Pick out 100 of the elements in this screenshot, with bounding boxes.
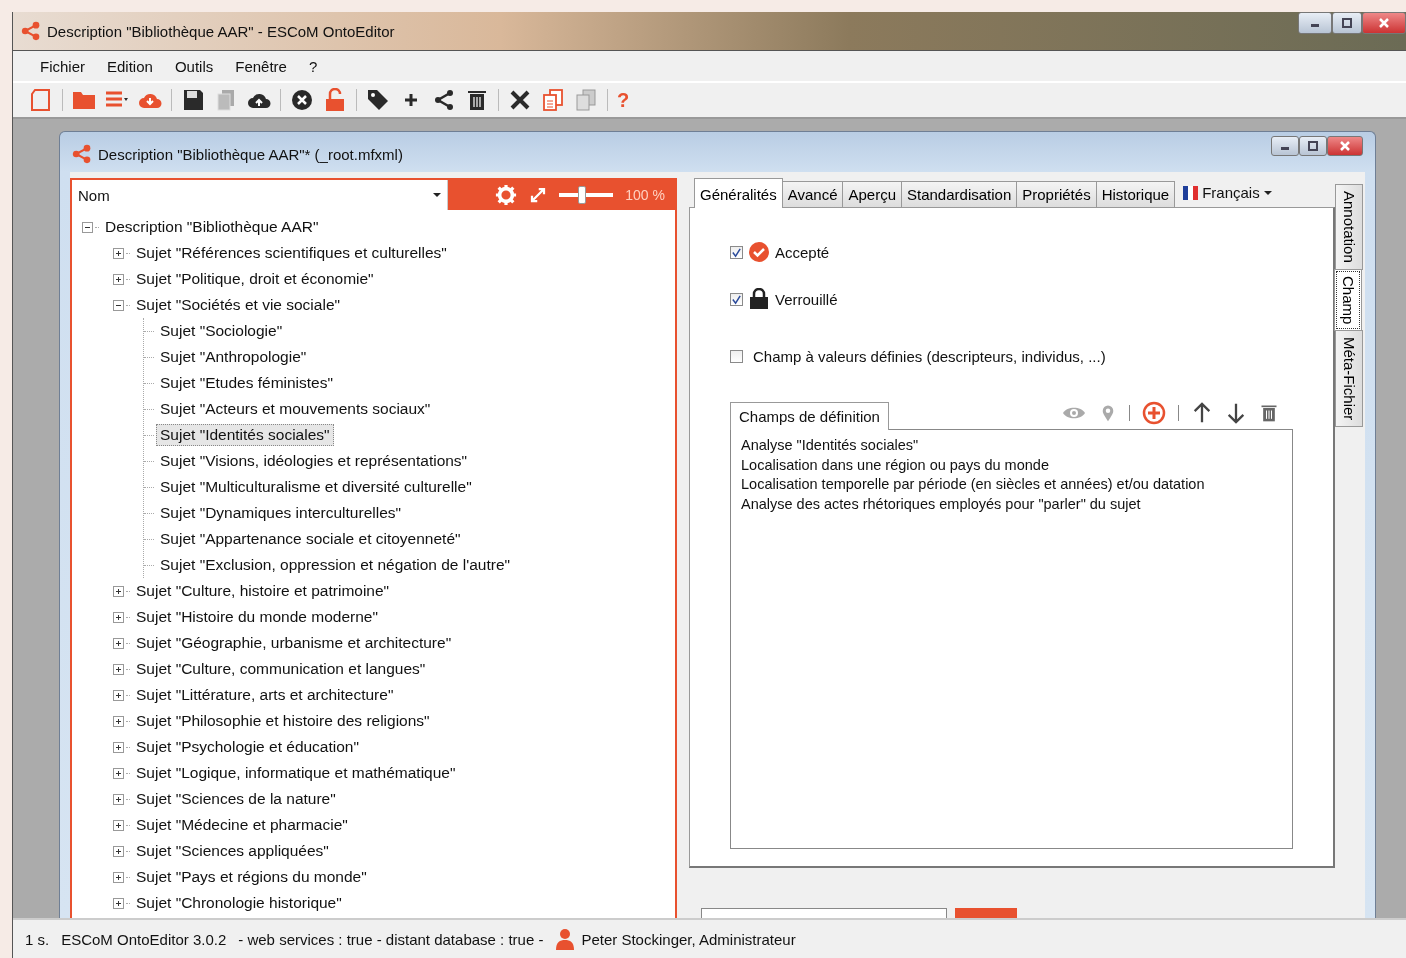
add-icon[interactable]: [1142, 401, 1166, 425]
tree-item[interactable]: Sujet "Logique, informatique et mathématique": [132, 762, 460, 784]
option-label: Accepté: [775, 243, 830, 261]
checkbox[interactable]: [730, 245, 743, 259]
minimize-button[interactable]: [1298, 12, 1332, 34]
expand-icon[interactable]: [113, 247, 124, 259]
tree-item[interactable]: Sujet "Multiculturalisme et diversité culturelle": [156, 476, 476, 498]
tree-item[interactable]: Sujet "Pays et régions du monde": [132, 866, 371, 888]
menu-item[interactable]: Edition: [96, 57, 164, 75]
share-icon[interactable]: [432, 88, 456, 112]
checkbox[interactable]: [730, 292, 743, 306]
option-label: Verrouillé: [775, 290, 838, 308]
close-button[interactable]: [1362, 12, 1406, 34]
new-document-icon[interactable]: [29, 88, 53, 112]
cancel-icon[interactable]: [290, 88, 314, 112]
definition-item[interactable]: Analyse "Identités sociales": [741, 436, 919, 456]
collapse-icon[interactable]: [82, 221, 93, 233]
side-tab[interactable]: Champ: [1334, 268, 1362, 332]
expand-icon[interactable]: [113, 845, 124, 857]
save-icon[interactable]: [181, 88, 205, 112]
tab[interactable]: Historique: [1095, 181, 1176, 207]
check-circle-icon: [749, 242, 769, 262]
menu-item[interactable]: Fichier: [29, 57, 96, 75]
expand-icon[interactable]: [113, 871, 124, 883]
menu-item[interactable]: Outils: [163, 57, 225, 75]
side-tab[interactable]: Annotation: [1335, 184, 1363, 270]
trash-icon[interactable]: [465, 88, 489, 112]
tree-item[interactable]: Sujet "Psychologie et éducation": [132, 736, 363, 758]
expand-icon[interactable]: [113, 585, 124, 597]
tree-item[interactable]: Sujet "Chronologie historique": [132, 892, 346, 914]
tree-item[interactable]: Sujet "Références scientifiques et culturelles": [132, 242, 451, 264]
arrow-down-icon[interactable]: [1225, 402, 1247, 424]
cross-icon[interactable]: [508, 88, 532, 112]
collapse-icon[interactable]: [113, 299, 124, 311]
tree-item[interactable]: Sujet "Etudes féministes": [156, 372, 337, 394]
settings-icon[interactable]: [495, 184, 518, 206]
maximize-button[interactable]: [1332, 12, 1362, 34]
side-tab[interactable]: Méta-Fichier: [1335, 330, 1363, 428]
tab[interactable]: Champs de définition: [730, 402, 889, 430]
close-button[interactable]: [1327, 136, 1363, 156]
tree-item[interactable]: Sujet "Philosophie et histoire des religions": [132, 710, 434, 732]
expand-icon[interactable]: [113, 611, 124, 623]
tab[interactable]: Standardisation: [901, 181, 1018, 207]
menu-item[interactable]: Fenêtre: [224, 57, 298, 75]
expand-icon[interactable]: [113, 637, 124, 649]
definition-item[interactable]: Localisation temporelle par période (en siècles et années) et/ou datation: [741, 475, 1205, 495]
expand-icon[interactable]: [113, 689, 124, 701]
definition-item[interactable]: Analyse des actes rhétoriques employés pour "parler" du sujet: [741, 494, 1141, 514]
expand-icon[interactable]: [113, 793, 124, 805]
checkbox[interactable]: [730, 350, 743, 363]
maximize-button[interactable]: [1299, 136, 1327, 156]
expand-icon[interactable]: [113, 741, 124, 753]
tree-item[interactable]: Sujet "Visions, idéologies et représentations": [156, 450, 472, 472]
arrow-up-icon[interactable]: [1191, 402, 1213, 424]
expand-icon[interactable]: [113, 715, 124, 727]
tree-item[interactable]: Sujet "Identités sociales": [156, 424, 334, 446]
tree-item[interactable]: Sujet "Sociétés et vie sociale": [132, 294, 344, 316]
expand-icon[interactable]: [113, 897, 124, 909]
tree-item[interactable]: Sujet "Acteurs et mouvements sociaux": [156, 398, 435, 420]
expand-icon[interactable]: [113, 273, 124, 285]
tree-item[interactable]: Sujet "Littérature, arts et architecture": [132, 684, 398, 706]
tree-item[interactable]: Sujet "Sociologie": [156, 320, 287, 342]
tree-item[interactable]: Sujet "Exclusion, oppression et négation de l'autre": [156, 554, 514, 576]
tree-item[interactable]: Sujet "Politique, droit et économie": [132, 268, 378, 290]
tab[interactable]: Aperçu: [842, 181, 902, 207]
tree-item[interactable]: Sujet "Appartenance sociale et citoyenneté": [156, 528, 465, 550]
minimize-button[interactable]: [1271, 136, 1299, 156]
tree-item[interactable]: Description "Bibliothèque AAR": [101, 216, 323, 238]
user-name: Peter Stockinger, Administrateur: [581, 930, 796, 948]
tree-item[interactable]: Sujet "Dynamiques interculturelles": [156, 502, 406, 524]
document-title: Description "Bibliothèque AAR"* (_root.mfxml): [98, 145, 404, 163]
tree-item[interactable]: Sujet "Sciences de la nature": [132, 788, 340, 810]
tree-item[interactable]: Sujet "Culture, histoire et patrimoine": [132, 580, 394, 602]
tab[interactable]: Généralités: [694, 178, 783, 208]
tree-item[interactable]: Sujet "Géographie, urbanisme et architecture": [132, 632, 456, 654]
tree-item[interactable]: Sujet "Culture, communication et langues": [132, 658, 430, 680]
tab[interactable]: Avancé: [781, 181, 844, 207]
definition-item[interactable]: Localisation dans une région ou pays du monde: [741, 455, 1049, 475]
expand-icon[interactable]: [113, 819, 124, 831]
window-title: Description "Bibliothèque AAR" - ESCoM OntoEditor: [47, 22, 396, 40]
user-icon: [555, 928, 576, 950]
language-dropdown[interactable]: Français: [1202, 184, 1260, 201]
app-version: ESCoM OntoEditor 3.0.2: [61, 930, 227, 948]
tag-icon[interactable]: [366, 88, 390, 112]
tree-item[interactable]: Sujet "Sciences appliquées": [132, 840, 333, 862]
slider-thumb[interactable]: [577, 186, 586, 204]
zoom-reading: 100 %: [625, 187, 665, 203]
dropdown-caret-icon[interactable]: [1263, 190, 1272, 195]
name-dropdown[interactable]: Nom: [72, 180, 448, 210]
tree-item[interactable]: Sujet "Histoire du monde moderne": [132, 606, 382, 628]
tree-item[interactable]: Sujet "Médecine et pharmacie": [132, 814, 352, 836]
unlocked-padlock-icon[interactable]: [323, 88, 347, 112]
expand-icon[interactable]: [113, 767, 124, 779]
expand-icon[interactable]: [113, 663, 124, 675]
padlock-icon: [749, 288, 769, 310]
tree-item[interactable]: Sujet "Anthropologie": [156, 346, 311, 368]
tab[interactable]: Propriétés: [1016, 181, 1097, 207]
close-icon: [1339, 141, 1351, 151]
menu-item[interactable]: ?: [297, 57, 329, 75]
copy-icon[interactable]: [541, 88, 565, 112]
